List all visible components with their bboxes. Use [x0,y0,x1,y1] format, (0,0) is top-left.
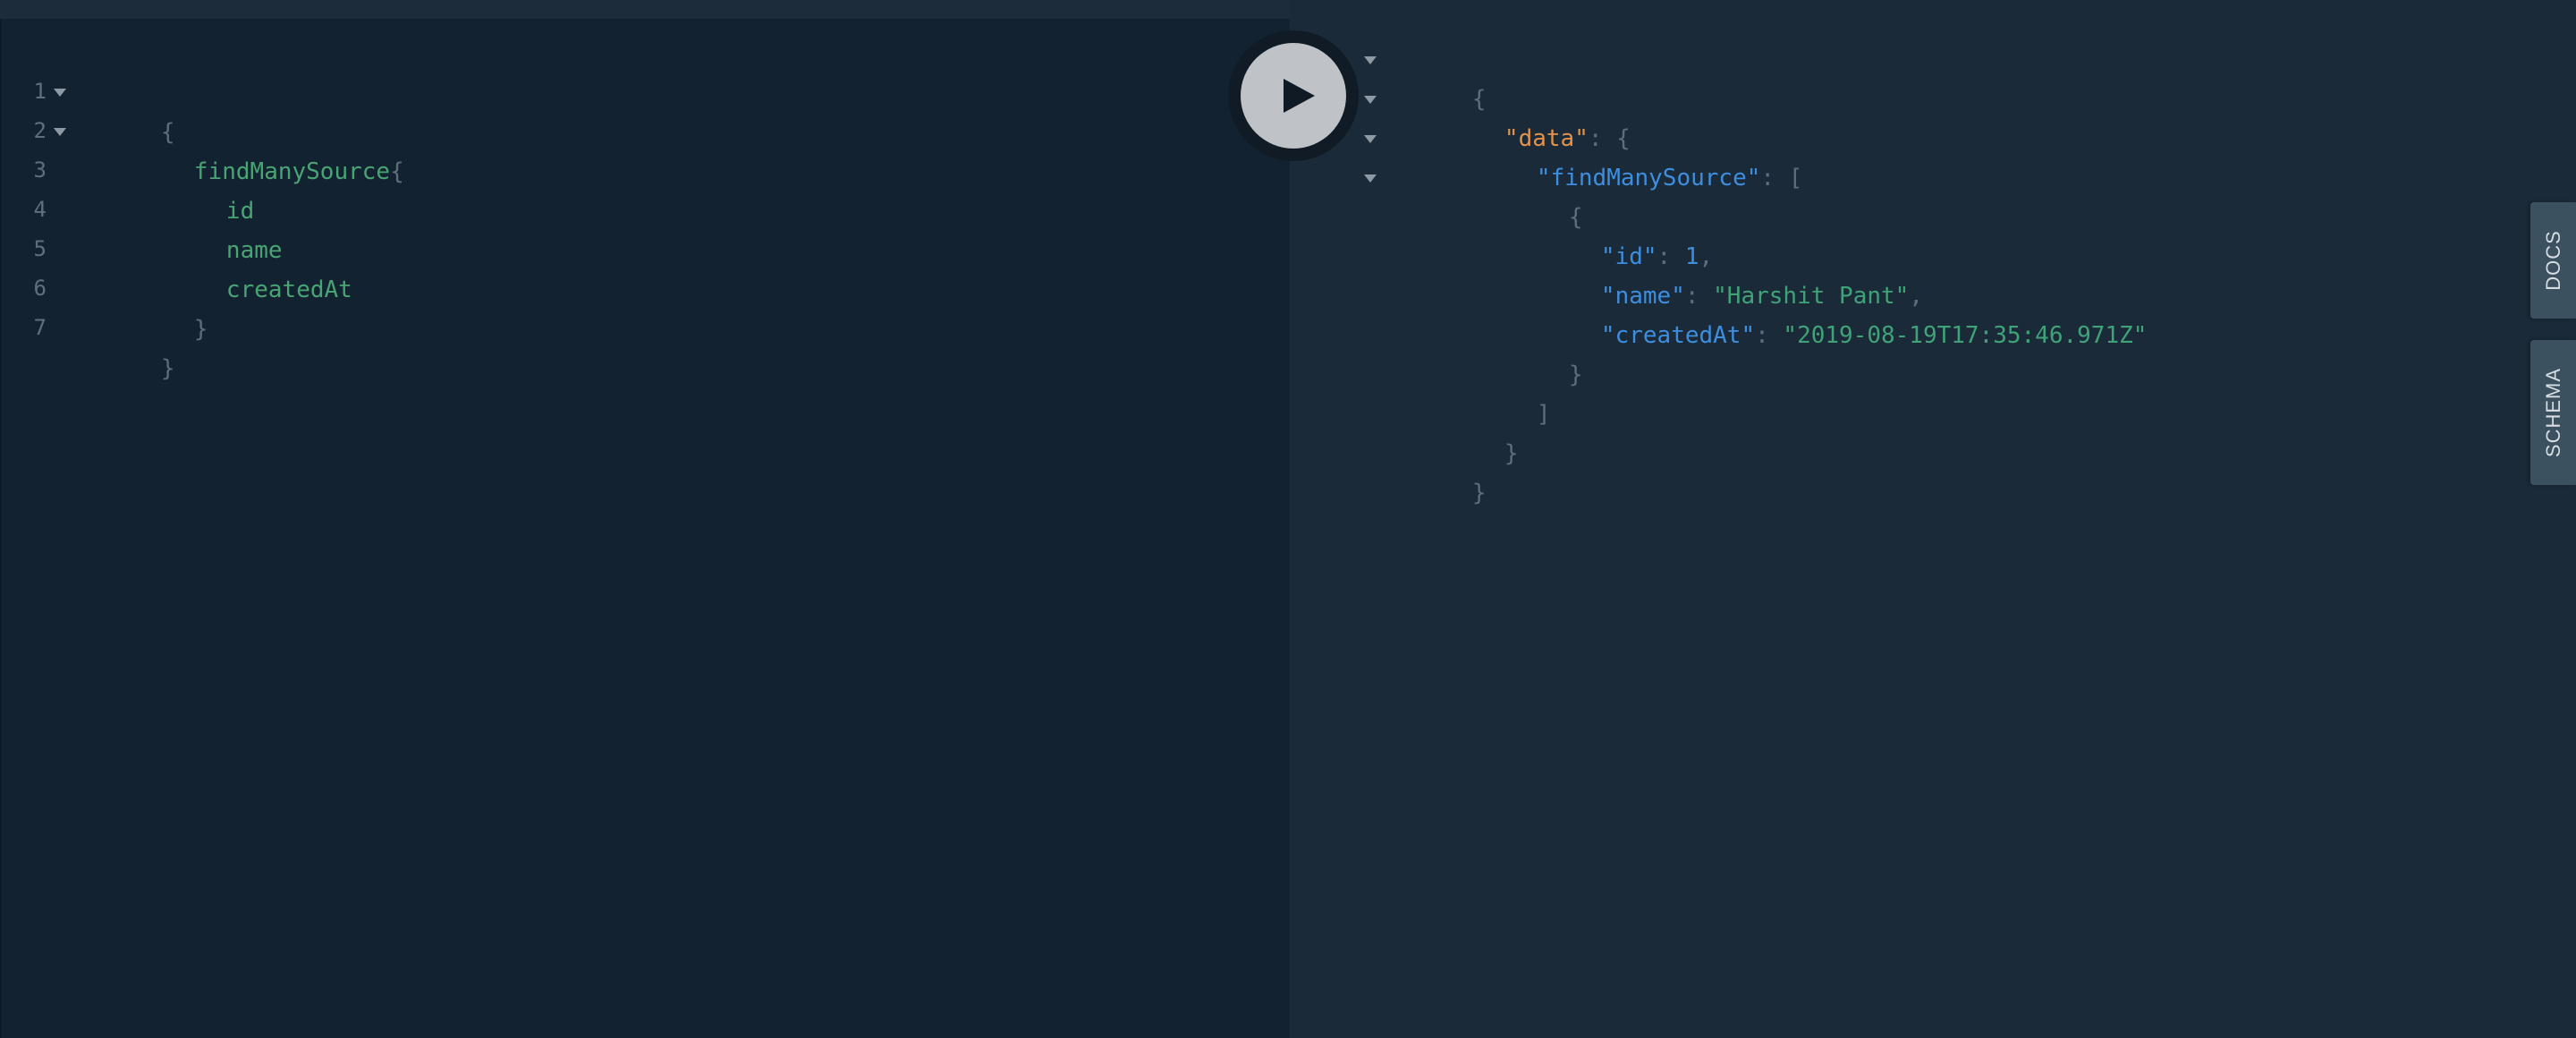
fold-arrow-icon[interactable] [1364,56,1377,64]
code-line-7: } [77,310,175,382]
code-line-4: name [142,191,283,264]
fold-arrow-icon[interactable] [1364,135,1377,143]
close-brace: } [1568,362,1583,388]
result-line-8: } [1485,316,1583,388]
code-line-1: { [77,73,175,146]
execute-query-button[interactable] [1228,30,1359,161]
colon: : [1760,165,1775,191]
fold-arrow-icon[interactable] [1364,96,1377,104]
result-line-9: ] [1453,355,1551,428]
line-number-3: 3 [33,157,47,183]
graphql-playground: 1 2 3 4 5 6 7 { findManySource{ id name … [0,0,2576,1038]
close-brace: } [1504,440,1519,467]
code-line-5: createdAt [142,231,352,303]
line-number-2: 2 [33,118,47,143]
result-line-11: } [1388,434,1487,506]
result-line-5: "id": 1, [1517,198,1713,270]
schema-tab-label: SCHEMA [2541,367,2564,458]
line-number-4: 4 [33,197,47,222]
result-line-7: "createdAt": "2019-08-19T17:35:46.971Z" [1517,277,2148,349]
line-number-7: 7 [33,315,47,340]
code-line-6: } [110,270,208,343]
result-key-createdAt: "createdAt" [1600,322,1756,349]
close-brace: } [160,355,175,382]
schema-tab[interactable]: SCHEMA [2530,340,2576,485]
close-brace: } [1471,480,1487,506]
open-brace: { [390,158,404,185]
result-line-10: } [1420,395,1519,467]
play-icon [1284,79,1315,113]
line-number-1: 1 [33,79,47,104]
query-editor[interactable]: 1 2 3 4 5 6 7 { findManySource{ id name … [0,19,1290,1038]
line-number-5: 5 [33,236,47,261]
docs-tab[interactable]: DOCS [2530,202,2576,319]
result-line-6: "name": "Harshit Pant", [1517,237,1923,310]
fold-arrow-icon[interactable] [54,89,66,97]
close-brace: } [193,316,208,343]
open-bracket: [ [1788,165,1803,191]
result-value-createdAt: "2019-08-19T17:35:46.971Z" [1783,322,2148,349]
fold-arrow-icon[interactable] [1364,174,1377,183]
result-line-1: { [1388,40,1487,113]
execute-query-button-face[interactable] [1241,43,1346,149]
result-line-4: { [1485,158,1583,231]
result-viewer[interactable]: { "data": { "findManySource": [ { "id": … [1290,0,2576,1038]
query-field-createdAt: createdAt [225,277,352,303]
code-line-3: id [142,152,254,225]
line-number-6: 6 [33,276,47,301]
colon: : [1755,322,1769,349]
code-line-2: findManySource{ [110,113,404,185]
result-line-3: "findManySource": [ [1453,119,1802,191]
fold-arrow-icon[interactable] [54,128,66,136]
close-bracket: ] [1536,401,1551,428]
docs-tab-label: DOCS [2541,230,2564,291]
result-line-2: "data": { [1420,80,1631,152]
